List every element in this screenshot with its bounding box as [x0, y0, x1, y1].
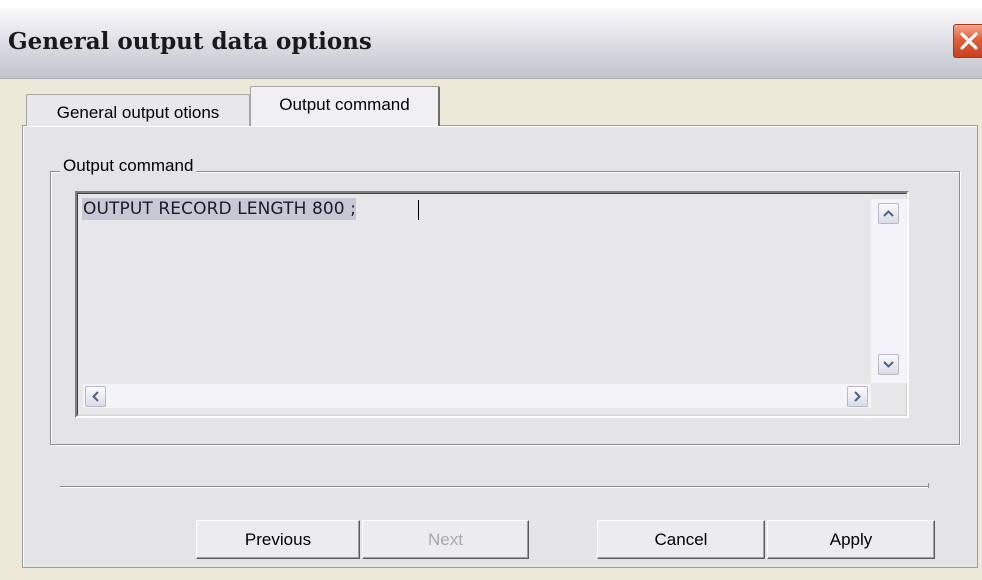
horizontal-scrollbar[interactable] [83, 384, 871, 408]
separator-end-mark [925, 483, 929, 488]
window-title: General output data options [8, 28, 372, 55]
chevron-right-icon [854, 391, 861, 402]
chevron-up-icon [883, 210, 894, 217]
scroll-right-button[interactable] [847, 386, 868, 407]
previous-button[interactable]: Previous [196, 520, 360, 559]
apply-button[interactable]: Apply [767, 520, 935, 559]
tab-general-output-options[interactable]: General output otions [26, 94, 250, 126]
output-command-textarea[interactable]: OUTPUT RECORD LENGTH 800 ; [75, 191, 909, 418]
text-caret [418, 200, 419, 220]
dialog-window: General output data options General outp… [0, 8, 982, 580]
output-command-group-label: Output command [60, 156, 197, 176]
close-button[interactable] [953, 24, 982, 58]
cancel-button[interactable]: Cancel [597, 520, 765, 559]
next-button[interactable]: Next [362, 520, 529, 559]
close-icon [960, 32, 978, 50]
output-command-text: OUTPUT RECORD LENGTH 800 ; [82, 198, 357, 220]
vertical-scrollbar[interactable] [871, 199, 907, 383]
scroll-up-button[interactable] [878, 203, 899, 224]
textarea-frame: OUTPUT RECORD LENGTH 800 ; [77, 193, 907, 416]
chevron-down-icon [883, 361, 894, 368]
scroll-left-button[interactable] [85, 386, 106, 407]
scroll-down-button[interactable] [878, 354, 899, 375]
chevron-left-icon [92, 391, 99, 402]
tab-output-command[interactable]: Output command [250, 86, 440, 126]
title-bar[interactable]: General output data options [0, 8, 982, 79]
progress-separator [60, 486, 928, 488]
